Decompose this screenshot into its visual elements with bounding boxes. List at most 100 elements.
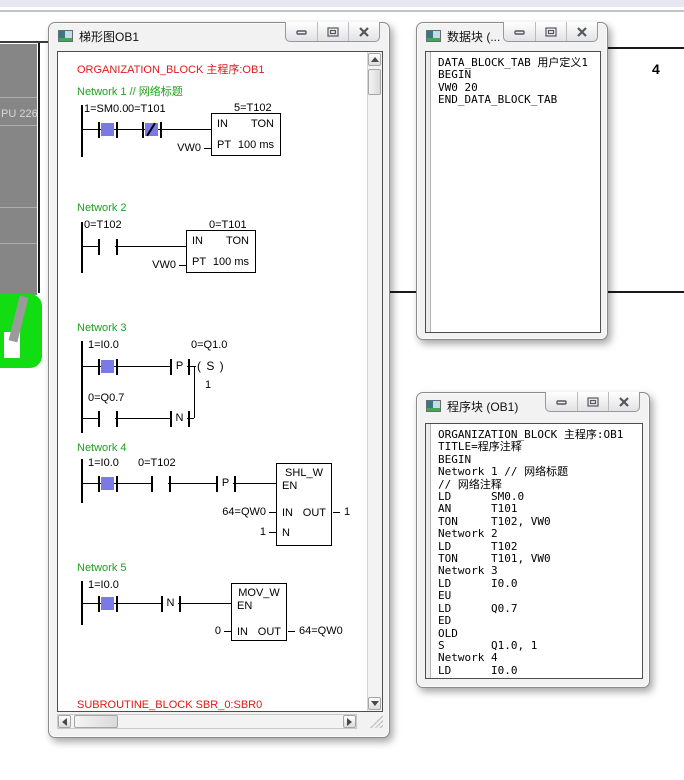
box-en-pin: EN	[282, 480, 297, 492]
network-5-label: Network 5	[77, 562, 127, 574]
box-in-pin: IN	[192, 235, 203, 247]
negative-edge-contact[interactable]: N	[172, 412, 187, 424]
editor-gutter	[426, 52, 431, 332]
horizontal-scrollbar[interactable]	[57, 714, 357, 729]
power-rail	[81, 222, 83, 273]
edge-contact-bar	[234, 476, 236, 492]
data-block-editor[interactable]: DATA_BLOCK_TAB 用户定义1 BEGIN VW0 20 END_DA…	[425, 51, 601, 333]
timer-box[interactable]: IN TON PT 100 ms	[186, 230, 256, 273]
contact[interactable]	[98, 359, 100, 375]
contact[interactable]	[98, 411, 100, 427]
contact-operand: 0=T102	[138, 457, 176, 469]
out-destination-operand: 1	[344, 506, 350, 518]
close-button[interactable]	[348, 22, 379, 41]
close-button[interactable]	[608, 392, 639, 411]
data-block-window: 数据块 (... DATA_BLOCK_TAB 用户定义1 BEGIN VW0 …	[416, 22, 608, 340]
positive-edge-contact[interactable]: P	[172, 360, 187, 372]
pin-stub	[288, 631, 295, 632]
minimize-button[interactable]	[286, 22, 317, 41]
maximize-button[interactable]	[317, 22, 348, 41]
powerflow-highlight	[101, 597, 114, 610]
right-arrow-icon	[347, 718, 352, 726]
vertical-scroll-thumb[interactable]	[368, 69, 381, 95]
box-pt-pin: PT	[217, 139, 231, 151]
edge-contact-bar	[170, 411, 172, 427]
up-arrow-icon	[371, 57, 379, 62]
project-tree-icon	[0, 294, 42, 368]
horizontal-scroll-thumb[interactable]	[74, 715, 118, 728]
pin-stub	[269, 512, 276, 513]
nc-contact[interactable]	[142, 122, 144, 138]
edge-contact-bar	[188, 411, 190, 427]
top-rule	[0, 10, 684, 12]
timer-box[interactable]: IN TON PT 100 ms	[211, 113, 281, 156]
powerflow-highlight	[101, 123, 114, 136]
background-line	[0, 41, 48, 43]
cpu-divider	[0, 97, 37, 98]
box-title: MOV_W	[232, 587, 286, 599]
program-block-text[interactable]: ORGANIZATION_BLOCK 主程序:OB1 TITLE=程序注释 BE…	[438, 429, 640, 677]
cpu-divider	[0, 125, 37, 126]
network-2-label: Network 2	[77, 202, 127, 214]
power-rail	[81, 105, 83, 157]
cpu-divider	[0, 207, 37, 208]
contact[interactable]	[98, 476, 100, 492]
powerflow-highlight	[101, 477, 114, 490]
contact-gap	[100, 416, 115, 421]
nc-contact[interactable]	[160, 122, 162, 138]
window-controls	[545, 392, 640, 412]
box-title: SHL_W	[277, 467, 331, 479]
contact[interactable]	[116, 122, 118, 138]
minimize-button[interactable]	[546, 392, 577, 411]
negative-edge-contact[interactable]: N	[163, 597, 178, 609]
positive-edge-contact[interactable]: P	[218, 477, 233, 489]
contact-operand: 1=I0.0	[88, 339, 119, 351]
scroll-right-button[interactable]	[343, 715, 356, 728]
maximize-button[interactable]	[535, 22, 566, 41]
resize-grip[interactable]	[370, 715, 383, 728]
page-number: 4	[652, 61, 660, 77]
contact[interactable]	[116, 359, 118, 375]
shift-left-word-box[interactable]: SHL_W EN IN OUT N	[276, 463, 332, 546]
contact-operand: 0=Q0.7	[88, 392, 124, 404]
move-word-box[interactable]: MOV_W EN IN OUT	[231, 583, 287, 641]
set-coil[interactable]: ( S )	[197, 359, 225, 373]
branch-wire	[194, 366, 195, 418]
contact[interactable]	[98, 596, 100, 612]
in-source-operand: 0	[178, 625, 221, 637]
vertical-scrollbar[interactable]	[367, 52, 382, 711]
contact-gap	[153, 481, 168, 486]
wire	[81, 246, 186, 247]
maximize-button[interactable]	[577, 392, 608, 411]
contact[interactable]	[116, 596, 118, 612]
edge-contact-bar	[161, 596, 163, 612]
scroll-left-button[interactable]	[58, 715, 71, 728]
contact[interactable]	[116, 239, 118, 255]
ladder-window-icon	[58, 30, 73, 42]
editor-gutter	[426, 424, 431, 678]
scroll-down-button[interactable]	[368, 697, 381, 710]
contact[interactable]	[116, 411, 118, 427]
data-block-text[interactable]: DATA_BLOCK_TAB 用户定义1 BEGIN VW0 20 END_DA…	[438, 57, 598, 331]
contact[interactable]	[169, 476, 171, 492]
timer-operand: 5=T102	[234, 102, 272, 114]
program-block-window: 程序块 (OB1) ORGANIZATION_BLOCK 主程序:OB1 TIT…	[416, 392, 650, 688]
contact[interactable]	[98, 239, 100, 255]
ladder-canvas[interactable]: ORGANIZATION_BLOCK 主程序:OB1 Network 1 // …	[58, 52, 367, 711]
contact-operand: 1=I0.0	[88, 457, 119, 469]
minimize-button[interactable]	[504, 22, 535, 41]
contact[interactable]	[98, 122, 100, 138]
box-n-pin: N	[282, 527, 290, 539]
cpu-model-label: PU 226	[1, 108, 38, 120]
background-line	[38, 43, 40, 293]
power-rail	[81, 459, 83, 503]
contact[interactable]	[151, 476, 153, 492]
close-button[interactable]	[566, 22, 597, 41]
contact[interactable]	[116, 476, 118, 492]
top-band	[0, 0, 684, 8]
program-block-title: 程序块 (OB1)	[447, 398, 518, 415]
pin-stub	[269, 532, 276, 533]
box-in-pin: IN	[237, 626, 248, 638]
program-block-editor[interactable]: ORGANIZATION_BLOCK 主程序:OB1 TITLE=程序注释 BE…	[425, 423, 643, 679]
scroll-up-button[interactable]	[368, 53, 381, 66]
